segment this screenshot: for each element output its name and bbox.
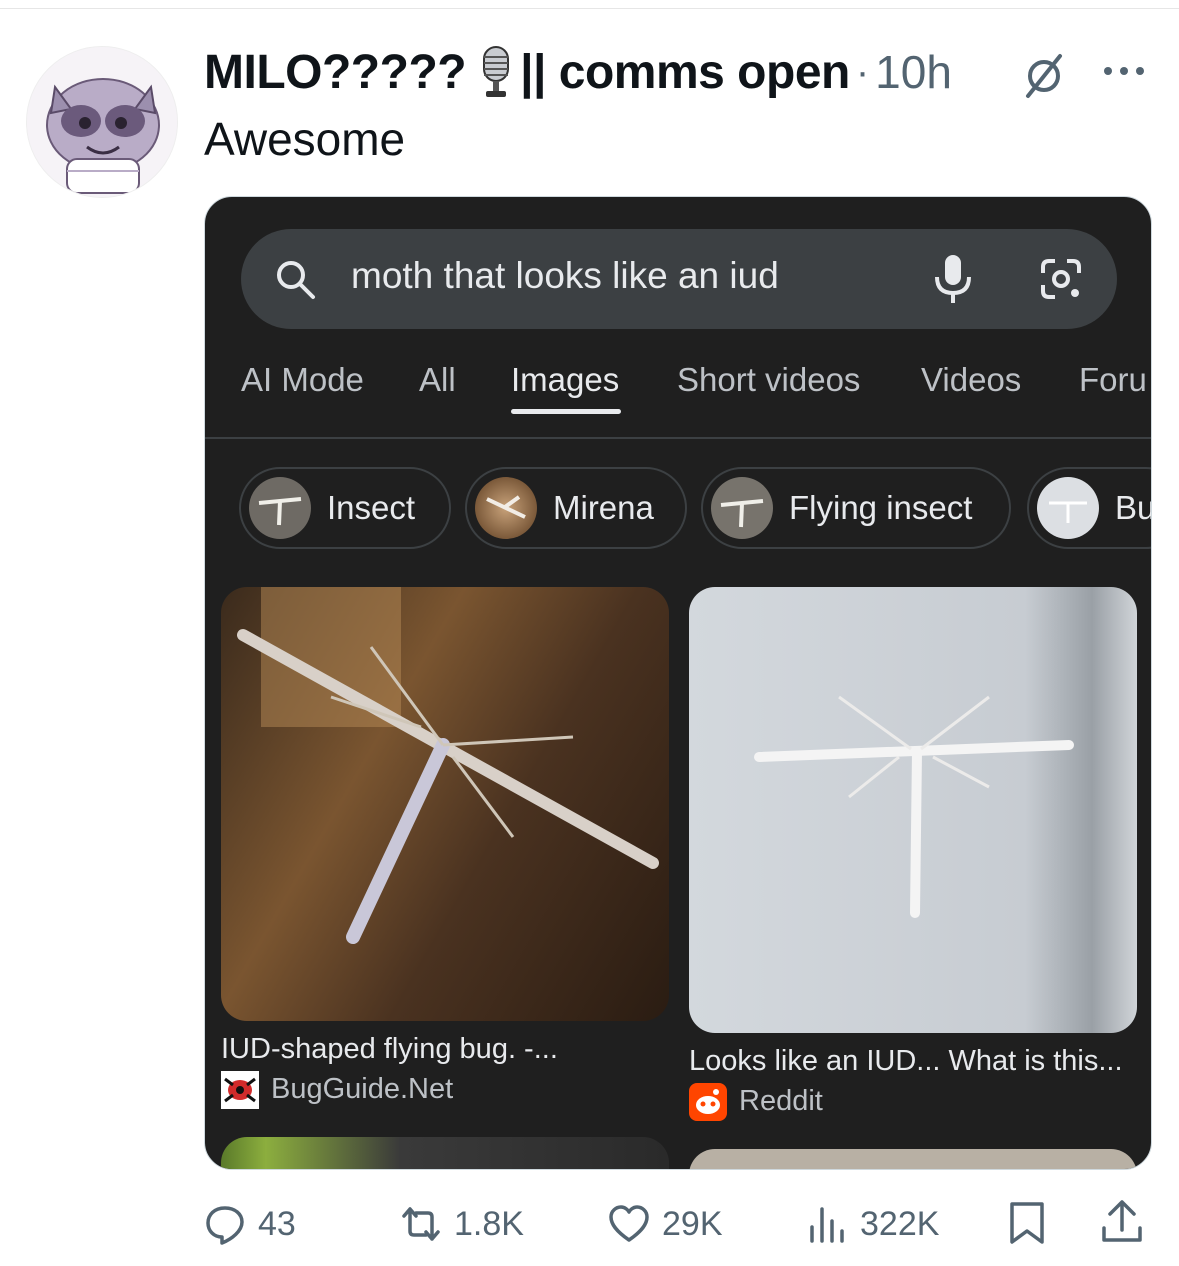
result-source: BugGuide.Net [271, 1073, 454, 1105]
tab-ai-mode: AI Mode [241, 361, 364, 398]
like-button[interactable]: 29K [608, 1202, 723, 1246]
chip-mirena: Mirena [465, 467, 687, 549]
post-text: Awesome [204, 113, 406, 165]
like-icon [609, 1205, 649, 1242]
reply-count: 43 [258, 1204, 296, 1243]
like-count: 29K [662, 1204, 723, 1243]
chip-label: Insect [327, 489, 416, 526]
chip-thumbnail [475, 477, 537, 539]
avatar[interactable] [26, 46, 178, 198]
post-header: MILO????? || comms open · 10h [204, 40, 952, 104]
repost-icon [402, 1207, 440, 1241]
chip-thumbnail [249, 477, 311, 539]
views-button[interactable]: 322K [806, 1202, 939, 1246]
chip-label: Bu [1115, 489, 1152, 526]
tab-short-videos: Short videos [677, 361, 861, 398]
chip-insect: Insect [239, 467, 451, 549]
result-image-partial [221, 1137, 669, 1169]
bookmark-icon[interactable] [1006, 1200, 1048, 1246]
active-tab-indicator [511, 409, 621, 414]
attached-image[interactable]: moth that looks like an iud AI Mode All … [204, 196, 1152, 1170]
more-icon[interactable] [1100, 58, 1148, 84]
result-image-bugguide [221, 587, 669, 1021]
tab-all: All [419, 361, 456, 398]
top-divider [0, 8, 1179, 9]
views-count: 322K [860, 1204, 940, 1243]
microphone-emoji [476, 45, 516, 99]
result-source: Reddit [739, 1085, 823, 1117]
result-title: IUD-shaped flying bug. -... [221, 1033, 558, 1065]
reply-icon [206, 1206, 244, 1245]
search-icon [277, 261, 315, 299]
chip-label: Flying insect [789, 489, 973, 526]
chip-flying-insect: Flying insect [701, 467, 1011, 549]
chip-thumbnail [1037, 477, 1099, 539]
search-tabs: AI Mode All Images Short videos Videos F… [205, 347, 1151, 439]
separator-dot: · [855, 49, 870, 94]
bugguide-favicon [221, 1071, 259, 1109]
repost-button[interactable]: 1.8K [400, 1202, 524, 1246]
chip-thumbnail [711, 477, 773, 539]
search-bar: moth that looks like an iud [241, 229, 1117, 329]
tab-videos: Videos [921, 361, 1022, 398]
result-image-reddit [689, 587, 1137, 1033]
avatar-drawing [27, 47, 177, 197]
reply-button[interactable]: 43 [204, 1202, 296, 1246]
author-name[interactable]: MILO????? [204, 45, 467, 100]
post-time[interactable]: 10h [875, 45, 952, 99]
result-image-partial [689, 1149, 1137, 1169]
views-icon [810, 1207, 844, 1243]
lens-icon [1041, 259, 1081, 299]
chip-bu: Bu [1027, 467, 1152, 549]
voice-search-icon [935, 255, 971, 303]
tab-images: Images [511, 361, 620, 398]
search-query: moth that looks like an iud [351, 255, 779, 296]
author-suffix[interactable]: || comms open [520, 45, 850, 100]
grok-icon[interactable] [1020, 52, 1068, 100]
share-icon[interactable] [1100, 1198, 1144, 1246]
tab-forums: Foru [1079, 361, 1147, 398]
reddit-favicon [689, 1083, 727, 1121]
result-title: Looks like an IUD... What is this... [689, 1045, 1123, 1077]
chip-label: Mirena [553, 489, 654, 526]
repost-count: 1.8K [454, 1204, 524, 1243]
